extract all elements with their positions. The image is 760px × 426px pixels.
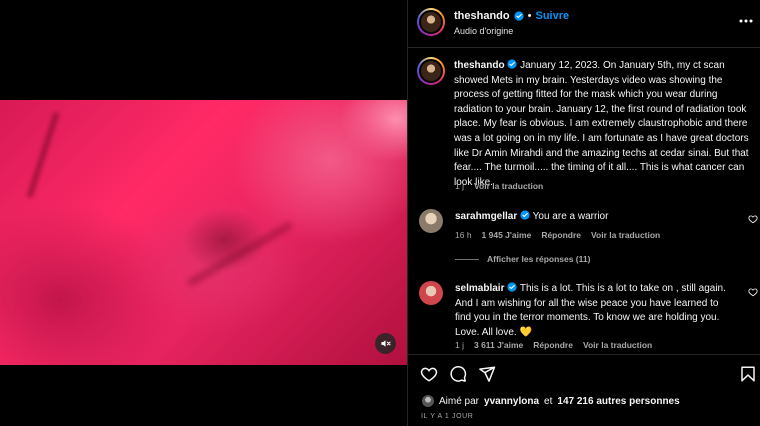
comment-body: sarahmgellar You are a warrior	[455, 210, 735, 225]
comment-like-icon[interactable]	[748, 214, 758, 224]
comment-like-icon[interactable]	[748, 287, 758, 297]
reply-button[interactable]: Répondre	[541, 230, 581, 240]
heart-icon[interactable]	[420, 365, 438, 383]
likes-connector: et	[544, 395, 553, 407]
comment-translate-link[interactable]: Voir la traduction	[583, 340, 652, 350]
caption-username[interactable]: theshando	[454, 60, 505, 71]
caption-text: January 12, 2023. On January 5th, my ct …	[454, 60, 749, 188]
liker-avatar	[422, 395, 434, 407]
verified-icon	[507, 282, 517, 292]
comment-avatar[interactable]	[419, 281, 443, 305]
author-username[interactable]: theshando	[454, 10, 510, 22]
caption-translate-link[interactable]: Voir la traduction	[474, 181, 543, 191]
share-icon[interactable]	[478, 365, 496, 383]
caption-time: 1 j	[455, 181, 464, 191]
comment-time: 1 j	[455, 340, 464, 350]
author-line: theshando • Suivre	[454, 10, 569, 22]
comment-meta: 16 h 1 945 J'aime Répondre Voir la tradu…	[455, 230, 660, 240]
likes-prefix: Aimé par	[439, 395, 480, 407]
comment-avatar[interactable]	[419, 209, 443, 233]
post-caption: theshando January 12, 2023. On January 5…	[454, 59, 752, 190]
verified-icon	[514, 11, 524, 21]
comment-body: selmablair This is a lot. This is a lot …	[455, 282, 735, 340]
comment-time: 16 h	[455, 230, 472, 240]
post-header: theshando • Suivre Audio d'origine	[408, 0, 760, 48]
reply-button[interactable]: Répondre	[533, 340, 573, 350]
video-frame-detail	[186, 220, 294, 288]
comment-likes[interactable]: 1 945 J'aime	[482, 230, 532, 240]
comment-likes[interactable]: 3 611 J'aime	[474, 340, 523, 350]
comment-username[interactable]: selmablair	[455, 283, 504, 294]
verified-icon	[507, 59, 517, 69]
view-replies-label[interactable]: Afficher les réponses (11)	[487, 254, 590, 264]
caption-meta: 1 j Voir la traduction	[455, 181, 543, 191]
more-icon	[739, 19, 753, 23]
comment-translate-link[interactable]: Voir la traduction	[591, 230, 660, 240]
replies-divider	[455, 258, 479, 260]
more-options-button[interactable]	[739, 14, 753, 28]
media-panel	[0, 0, 407, 426]
view-replies-button[interactable]: Afficher les réponses (11)	[455, 254, 590, 264]
follow-button[interactable]: Suivre	[535, 10, 569, 22]
post-side-panel: theshando • Suivre Audio d'origine thesh…	[407, 0, 760, 426]
liker-username[interactable]: yvannylona	[484, 396, 539, 407]
comment-username[interactable]: sarahmgellar	[455, 211, 517, 222]
likes-summary: Aimé par yvannylona et 147 216 autres pe…	[422, 395, 680, 407]
likes-count-link[interactable]: 147 216 autres personnes	[557, 396, 679, 407]
verified-icon	[520, 210, 530, 220]
caption-author-avatar[interactable]	[417, 57, 445, 85]
comments-section[interactable]: theshando January 12, 2023. On January 5…	[408, 48, 760, 354]
sound-off-icon	[381, 340, 391, 347]
mute-button[interactable]	[375, 333, 396, 354]
video-frame-detail	[26, 111, 60, 199]
post-timestamp: IL Y A 1 JOUR	[421, 413, 474, 420]
comment-icon[interactable]	[449, 365, 467, 383]
author-avatar[interactable]	[417, 8, 445, 36]
bookmark-icon[interactable]	[739, 365, 757, 383]
post-actions: Aimé par yvannylona et 147 216 autres pe…	[408, 354, 760, 426]
audio-link[interactable]: Audio d'origine	[454, 26, 513, 36]
video-player[interactable]	[0, 100, 407, 365]
separator: •	[527, 10, 532, 22]
comment-text: You are a warrior	[532, 211, 609, 222]
comment-meta: 1 j 3 611 J'aime Répondre Voir la traduc…	[455, 340, 652, 350]
